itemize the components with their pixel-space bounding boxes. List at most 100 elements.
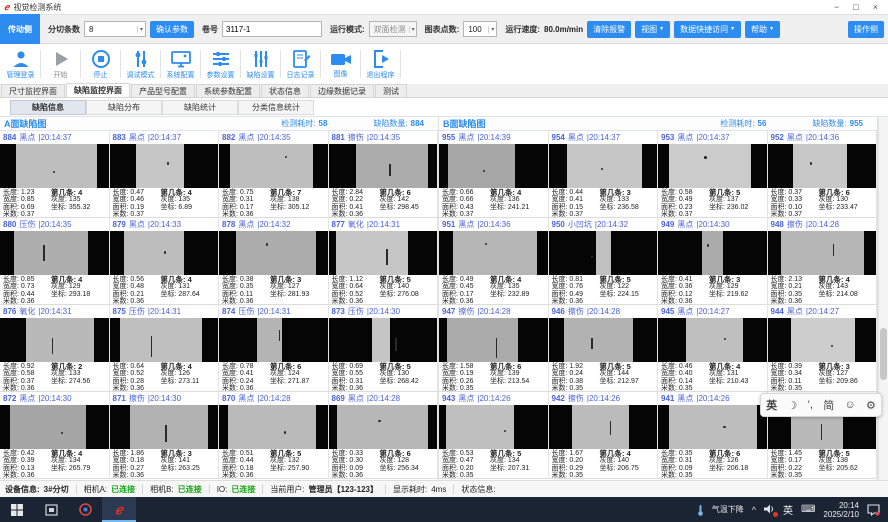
toolbar-button-user[interactable]: 管理登录 [2,44,39,84]
defect-cell[interactable]: 955黑点|20:14:39长度: 0.66宽度: 0.66面积: 0.43米数… [439,131,549,218]
help-menu-button[interactable]: 帮助▼ [745,21,780,38]
data-quick-access-menu-button[interactable]: 数据快捷访问▼ [674,21,741,38]
ime-lang-toggle[interactable]: 英 [766,397,777,413]
defect-cell[interactable]: 951黑点|20:14:36长度: 0.49宽度: 0.45面积: 0.17米数… [439,218,549,305]
defect-image[interactable] [768,144,877,188]
defect-cell[interactable]: 875压伤|20:14:31长度: 0.64宽度: 0.52面积: 0.28米数… [110,305,220,392]
defect-cell[interactable]: 945黑点|20:14:27长度: 0.46宽度: 0.40面积: 0.14米数… [658,305,768,392]
defect-cell[interactable]: 873压伤|20:14:30长度: 0.69宽度: 0.55面积: 0.31米数… [329,305,439,392]
run-mode-select[interactable]: 双面检测 ▾ [369,21,417,37]
tab-2[interactable]: 缺陷监控界面 [66,83,130,97]
weather-text[interactable]: 气温下降 [712,504,744,515]
defect-image[interactable] [439,144,548,188]
subtab-1[interactable]: 缺陷信息 [10,100,86,115]
defect-cell[interactable]: 942擦伤|20:14:26长度: 1.67宽度: 0.20面积: 0.29米数… [549,392,659,479]
defect-cell[interactable]: 944黑点|20:14:27长度: 0.39宽度: 0.34面积: 0.11米数… [768,305,878,392]
defect-cell[interactable]: 874压伤|20:14:31长度: 0.78宽度: 0.41面积: 0.24米数… [219,305,329,392]
defect-image[interactable] [0,231,109,275]
defect-cell[interactable]: 949黑点|20:14:30长度: 0.41宽度: 0.36面积: 0.12米数… [658,218,768,305]
defect-image[interactable] [329,144,438,188]
subtab-2[interactable]: 缺陷分布 [86,100,162,115]
defect-image[interactable] [768,231,877,275]
defect-image[interactable] [549,405,658,449]
moon-icon[interactable]: ☽ [787,399,797,412]
defect-image[interactable] [439,231,548,275]
close-button[interactable]: × [873,2,878,12]
tray-expand-chevron[interactable]: ^ [752,505,756,515]
subtab-4[interactable]: 分类信息统计 [238,100,314,115]
defect-image[interactable] [0,318,109,362]
defect-cell[interactable]: 869黑点|20:14:28长度: 0.33宽度: 0.30面积: 0.09米数… [329,392,439,479]
defect-image[interactable] [219,231,328,275]
taskbar-app-inspection-system[interactable]: ℯ [102,497,136,522]
ime-settings-gear-icon[interactable]: ⚙ [866,399,876,412]
toolbar-button-monitor[interactable]: 系统配置 [162,44,199,84]
toolbar-button-journal[interactable]: 日志记录 [282,44,319,84]
ime-language-indicator[interactable]: 英 [783,502,793,517]
tab-6[interactable]: 边缘数据记录 [310,84,374,97]
defect-image[interactable] [549,144,658,188]
defect-image[interactable] [329,318,438,362]
defect-image[interactable] [0,144,109,188]
defect-image[interactable] [219,318,328,362]
ime-toolbar[interactable]: 英 ☽ ’, 简 ☺ ⚙ [760,393,882,417]
tab-3[interactable]: 产品型号配置 [131,84,195,97]
defect-cell[interactable]: 948擦伤|20:14:28长度: 2.13宽度: 0.21面积: 0.35米数… [768,218,878,305]
minimize-button[interactable]: − [834,2,839,12]
defect-cell[interactable]: 870黑点|20:14:28长度: 0.51宽度: 0.44面积: 0.18米数… [219,392,329,479]
defect-cell[interactable]: 877氧化|20:14:31长度: 1.12宽度: 0.64面积: 0.52米数… [329,218,439,305]
defect-cell[interactable]: 953黑点|20:14:37长度: 0.58宽度: 0.49面积: 0.23米数… [658,131,768,218]
defect-cell[interactable]: 880压伤|20:14:35长度: 0.85宽度: 0.73面积: 0.44米数… [0,218,110,305]
simplified-chinese-toggle[interactable]: 简 [823,397,834,413]
toolbar-button-sliders[interactable]: 参数设置 [202,44,239,84]
subtab-3[interactable]: 缺陷统计 [162,100,238,115]
defect-cell[interactable]: 947擦伤|20:14:28长度: 1.58宽度: 0.19面积: 0.26米数… [439,305,549,392]
defect-cell[interactable]: 950小凹坑|20:14:32长度: 0.81宽度: 0.76面积: 0.49米… [549,218,659,305]
defect-image[interactable] [219,405,328,449]
defect-cell[interactable]: 872黑点|20:14:30长度: 0.42宽度: 0.39面积: 0.13米数… [0,392,110,479]
tab-4[interactable]: 系统参数配置 [196,84,260,97]
clear-alarm-button[interactable]: 清除报警 [587,21,631,38]
defect-cell[interactable]: 943黑点|20:14:26长度: 0.53宽度: 0.47面积: 0.20米数… [439,392,549,479]
defect-image[interactable] [658,405,767,449]
defect-cell[interactable]: 941黑点|20:14:26长度: 0.35宽度: 0.31面积: 0.09米数… [658,392,768,479]
defect-cell[interactable]: 881擦伤|20:14:35长度: 2.84宽度: 0.22面积: 0.41米数… [329,131,439,218]
defect-image[interactable] [110,231,219,275]
toolbar-button-sliders-v[interactable]: 缺陷设置 [242,44,279,84]
chart-points-select[interactable]: 100 ▾ [463,21,497,37]
defect-image[interactable] [439,405,548,449]
defect-image[interactable] [110,318,219,362]
view-menu-button[interactable]: 视图▼ [635,21,670,38]
roll-number-input[interactable] [222,21,322,37]
defect-image[interactable] [658,318,767,362]
confirm-params-button[interactable]: 确认参数 [150,21,194,38]
defect-cell[interactable]: 946擦伤|20:14:28长度: 1.92宽度: 0.24面积: 0.38米数… [549,305,659,392]
defect-cell[interactable]: 879黑点|20:14:33长度: 0.56宽度: 0.48面积: 0.21米数… [110,218,220,305]
defect-cell[interactable]: 884黑点|20:14:37长度: 1.23宽度: 0.85面积: 0.69米数… [0,131,110,218]
maximize-button[interactable]: □ [853,2,858,12]
defect-image[interactable] [439,318,548,362]
emoji-icon[interactable]: ☺ [845,399,856,411]
toolbar-button-stop[interactable]: 停止 [82,44,119,84]
defect-image[interactable] [0,405,109,449]
defect-image[interactable] [110,144,219,188]
defect-image[interactable] [658,231,767,275]
ime-keyboard-icon[interactable]: ⌨ [801,504,815,515]
defect-image[interactable] [219,144,328,188]
taskbar-app-paint[interactable] [68,497,102,522]
defect-cell[interactable]: 871擦伤|20:14:30长度: 1.86宽度: 0.18面积: 0.27米数… [110,392,220,479]
defect-image[interactable] [768,318,877,362]
toolbar-button-tune[interactable]: 调试模式 [122,44,159,84]
operator-side-button[interactable]: 操作侧 [848,21,884,38]
notification-center-icon[interactable] [867,504,880,516]
defect-cell[interactable]: 878黑点|20:14:32长度: 0.38宽度: 0.35面积: 0.11米数… [219,218,329,305]
defect-cell[interactable]: 954黑点|20:14:37长度: 0.44宽度: 0.41面积: 0.15米数… [549,131,659,218]
defect-image[interactable] [549,318,658,362]
vertical-scrollbar[interactable] [878,117,888,480]
defect-image[interactable] [329,231,438,275]
scrollbar-thumb[interactable] [880,328,887,380]
toolbar-button-camera[interactable]: 图像 [322,44,359,84]
volume-icon[interactable] [764,504,775,516]
defect-cell[interactable]: 882黑点|20:14:35长度: 0.75宽度: 0.31面积: 0.17米数… [219,131,329,218]
tab-1[interactable]: 尺寸监控界面 [1,84,65,97]
